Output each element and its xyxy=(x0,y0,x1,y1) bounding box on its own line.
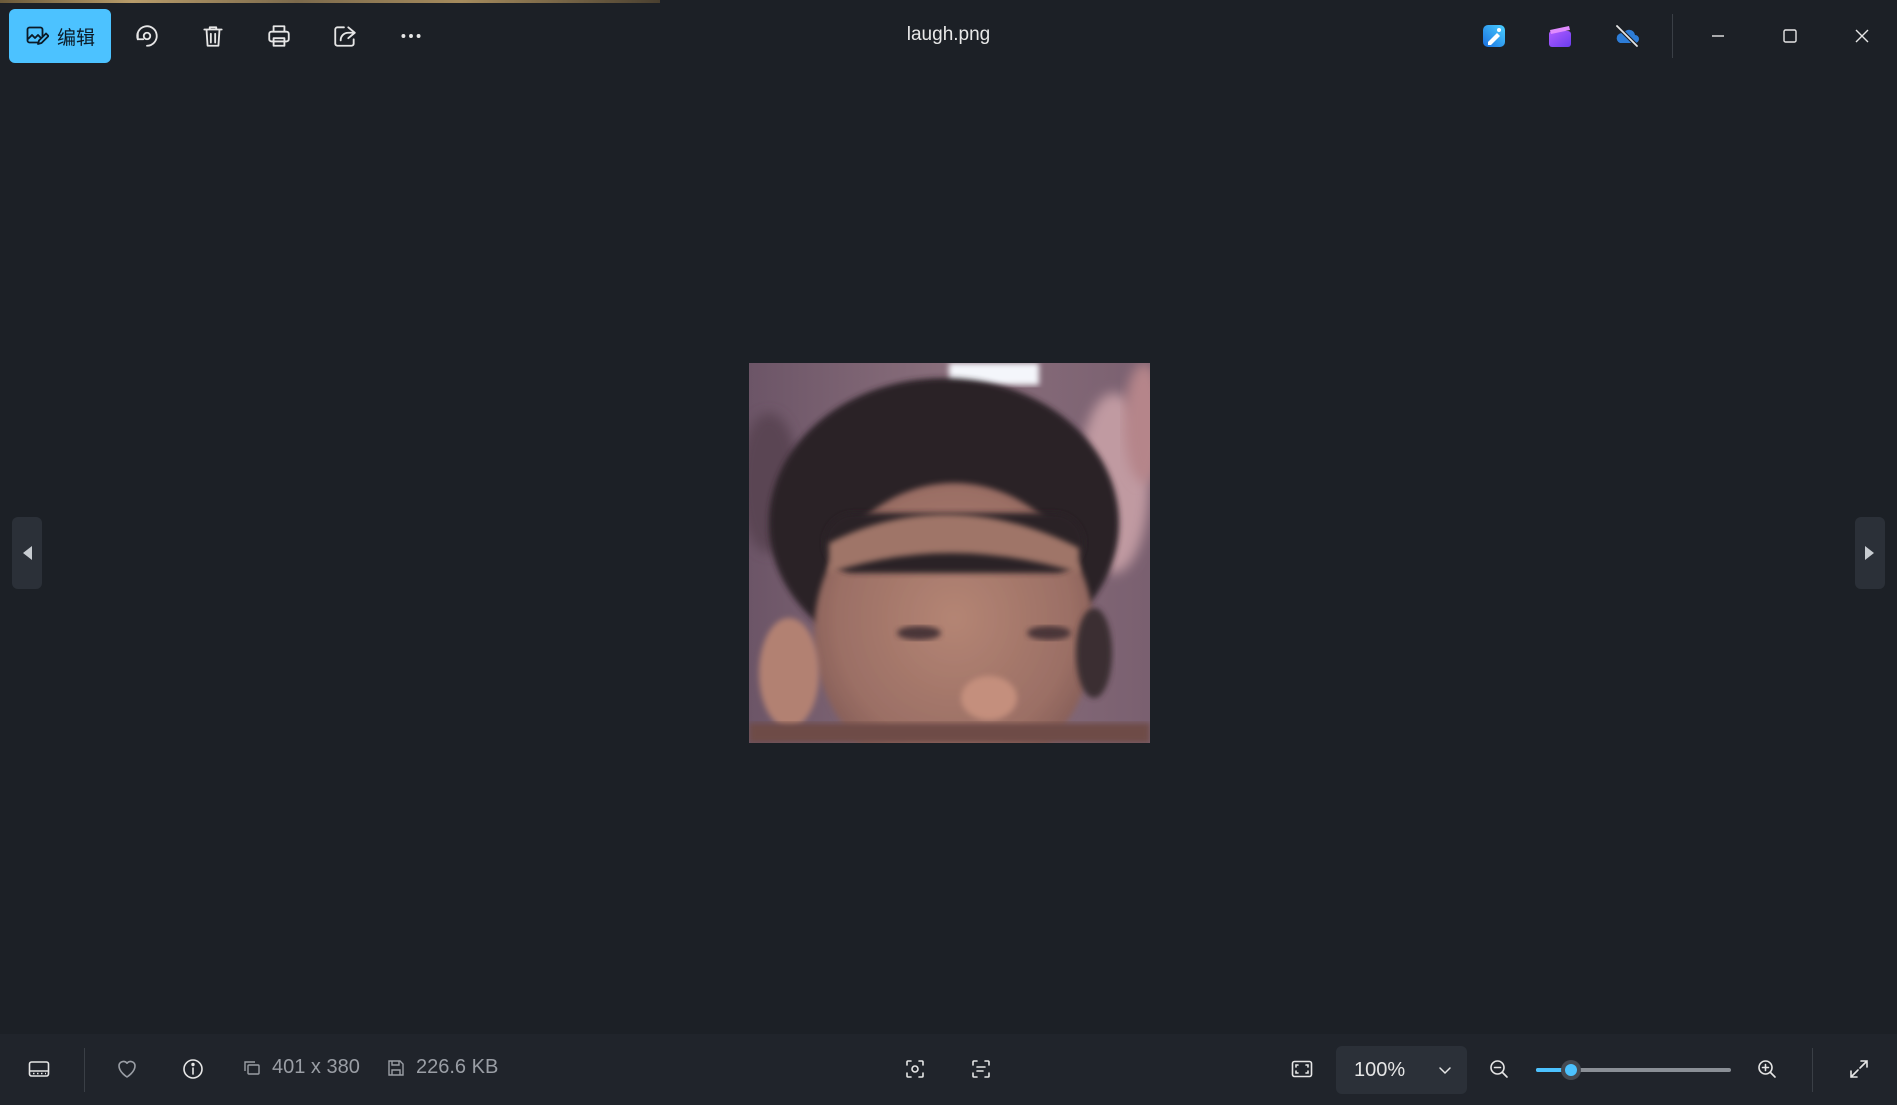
minimize-button[interactable] xyxy=(1690,10,1746,62)
info-icon xyxy=(183,1059,203,1079)
rotate-icon xyxy=(136,25,158,47)
file-info-button[interactable] xyxy=(171,1048,215,1090)
minimize-icon xyxy=(1712,35,1724,37)
zoom-level-dropdown[interactable]: 100% xyxy=(1336,1046,1467,1094)
title-bar-divider xyxy=(1672,14,1673,58)
image-dimensions: 401 x 380 xyxy=(242,1056,360,1079)
zoom-slider-thumb[interactable] xyxy=(1561,1060,1582,1080)
fit-to-window-icon xyxy=(1291,1060,1313,1078)
resolution-icon xyxy=(244,1060,260,1075)
clipchamp-app-button[interactable] xyxy=(1543,20,1577,52)
zoom-slider[interactable] xyxy=(1536,1060,1731,1080)
fit-to-window-button[interactable] xyxy=(1280,1048,1324,1090)
save-disk-icon xyxy=(388,1059,404,1076)
close-icon xyxy=(1855,29,1869,43)
visual-search-button[interactable] xyxy=(893,1048,937,1090)
share-icon xyxy=(334,26,356,47)
more-icon xyxy=(401,34,421,38)
delete-icon xyxy=(203,26,223,47)
clipchamp-app-icon xyxy=(1549,26,1571,47)
zoom-out-icon xyxy=(1490,1060,1508,1078)
edit-icon xyxy=(26,26,49,45)
onedrive-offline-icon xyxy=(1615,24,1639,48)
status-bar-divider xyxy=(84,1048,85,1092)
delete-button[interactable] xyxy=(189,13,237,59)
close-button[interactable] xyxy=(1834,10,1890,62)
print-button[interactable] xyxy=(255,13,303,59)
dimensions-text: 401 x 380 xyxy=(272,1056,360,1078)
chevron-left-icon xyxy=(23,546,32,560)
zoom-in-icon xyxy=(1758,1060,1776,1078)
full-screen-icon xyxy=(1850,1060,1868,1078)
filmstrip-toggle-button[interactable] xyxy=(17,1048,61,1090)
onedrive-button[interactable] xyxy=(1610,20,1644,52)
maximize-button[interactable] xyxy=(1762,10,1818,62)
scan-text-icon xyxy=(972,1060,990,1078)
title-bar: 编辑 laugh.png xyxy=(0,0,1897,72)
heart-icon xyxy=(118,1060,136,1078)
photos-app-window: 编辑 laugh.png 401 x 380 226.6 KB 100% xyxy=(0,0,1897,1105)
favorite-button[interactable] xyxy=(105,1048,149,1090)
print-icon xyxy=(268,25,290,47)
next-image-button[interactable] xyxy=(1855,517,1885,589)
filmstrip-icon xyxy=(28,1061,50,1077)
full-screen-button[interactable] xyxy=(1837,1048,1881,1090)
designer-app-icon xyxy=(1483,25,1505,47)
edit-button[interactable]: 编辑 xyxy=(9,9,111,63)
file-size-text: 226.6 KB xyxy=(416,1056,499,1078)
scan-text-button[interactable] xyxy=(959,1048,1003,1090)
maximize-icon xyxy=(1783,29,1797,43)
displayed-photo xyxy=(749,363,1150,743)
chevron-right-icon xyxy=(1865,546,1874,560)
edit-label: 编辑 xyxy=(56,27,95,49)
zoom-in-button[interactable] xyxy=(1745,1048,1789,1090)
more-options-button[interactable] xyxy=(387,13,435,59)
designer-app-button[interactable] xyxy=(1477,20,1511,52)
status-bar: 401 x 380 226.6 KB 100% xyxy=(0,1034,1897,1105)
file-size: 226.6 KB xyxy=(386,1056,498,1079)
underlying-window-strip xyxy=(0,0,660,3)
rotate-button[interactable] xyxy=(123,13,171,59)
status-bar-divider-right xyxy=(1812,1048,1813,1092)
chevron-down-icon xyxy=(1439,1067,1451,1075)
photo-image xyxy=(749,363,1150,743)
zoom-out-button[interactable] xyxy=(1477,1048,1521,1090)
share-button[interactable] xyxy=(321,13,369,59)
previous-image-button[interactable] xyxy=(12,517,42,589)
visual-search-icon xyxy=(906,1060,924,1078)
zoom-level-text: 100% xyxy=(1354,1058,1406,1081)
